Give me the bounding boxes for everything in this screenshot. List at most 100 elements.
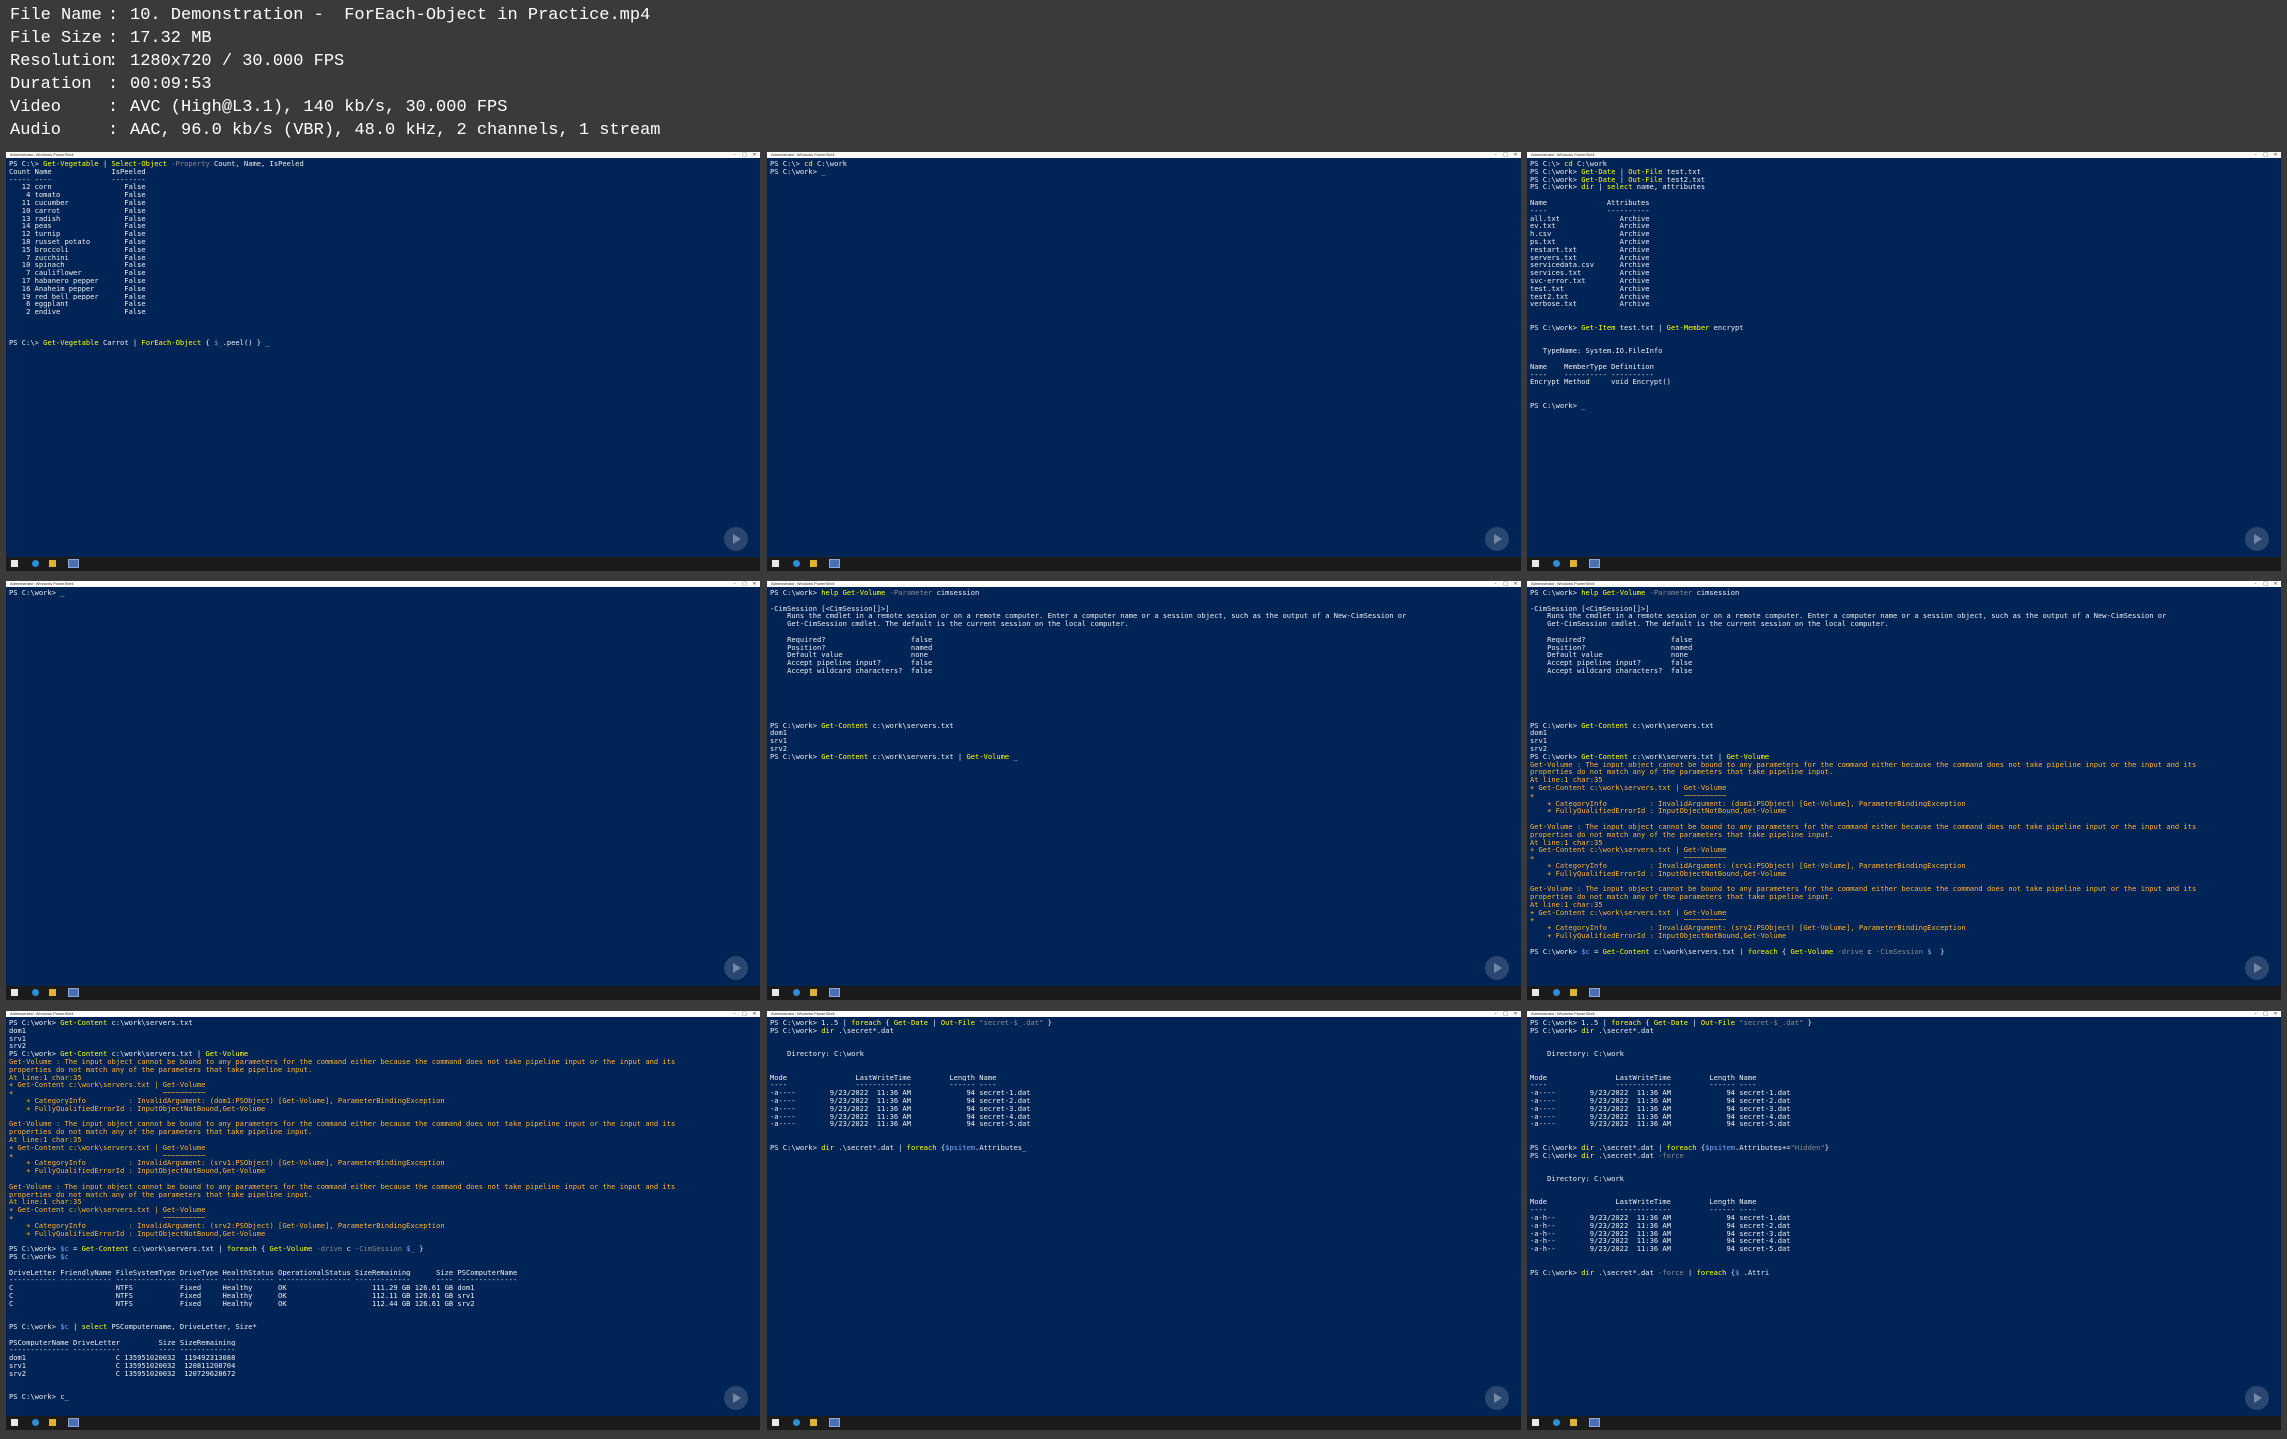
console-line: + Get-Content c:\work\servers.txt | Get-… xyxy=(9,1081,756,1089)
console-text: h.csv Archive xyxy=(1530,230,1650,238)
console-text: ---- ---------- ---------- xyxy=(1530,370,1654,379)
maximize-icon: □ xyxy=(1503,581,1508,587)
powershell-icon xyxy=(1589,559,1600,568)
windows-start-icon xyxy=(772,989,779,996)
console-text: c:\work\servers.txt | xyxy=(1628,752,1727,761)
console-text: -force xyxy=(1658,1268,1684,1277)
console-line: 16 Anaheim pepper False xyxy=(9,285,756,293)
console-text: Get-Volume : The input object cannot be … xyxy=(9,1120,676,1129)
console-line: + FullyQualifiedErrorId : InputObjectNot… xyxy=(1530,807,2277,815)
minimize-icon: – xyxy=(733,1011,736,1017)
console-text: ----------- ------------ -------------- … xyxy=(9,1276,518,1285)
console-line: + CategoryInfo : InvalidArgument: (dom1:… xyxy=(1530,800,2277,808)
console-text: Carrot | xyxy=(98,339,142,348)
console-text: PS C:\> xyxy=(770,160,805,168)
console-line: + FullyQualifiedErrorId : InputObjectNot… xyxy=(1530,932,2277,940)
console-line: Required? false xyxy=(1530,636,2277,644)
console-line: PS C:\> cd C:\work xyxy=(1530,160,2277,168)
console-text: dir xyxy=(821,1026,835,1035)
console-line: PS C:\work> help Get-Volume -Parameter c… xyxy=(1530,589,2277,597)
console-line: PS C:\work> _ xyxy=(1530,402,2277,410)
console-text: Out-File xyxy=(1628,167,1663,176)
file-info-row: Resolution:1280x720 / 30.000 FPS xyxy=(10,50,661,73)
console-line: 10 carrot False xyxy=(9,207,756,215)
console-text: Get-Content xyxy=(821,752,869,761)
console-text: 18 russet potato False xyxy=(9,237,146,246)
console-text: -a---- 9/23/2022 11:36 AM 94 secret-1.da… xyxy=(770,1089,1031,1097)
console-text: 13 radish False xyxy=(9,214,146,223)
console-line: PS C:\work> dir .\secret*.dat -force xyxy=(1530,1152,2277,1160)
maximize-icon: □ xyxy=(2263,1011,2268,1017)
console-line: svc-error.txt Archive xyxy=(1530,277,2277,285)
console-line: PS C:\> Get-Vegetable | Select-Object -P… xyxy=(9,160,756,168)
file-explorer-icon xyxy=(1570,1419,1577,1426)
console-text: help xyxy=(821,589,839,597)
taskbar xyxy=(6,986,760,1000)
console-text: Position? named xyxy=(770,643,933,652)
console-text: Out-File xyxy=(1700,1019,1736,1027)
console-text: + FullyQualifiedErrorId : InputObjectNot… xyxy=(9,1104,266,1113)
console-text: -CimSession [<CimSession[]>] xyxy=(1530,604,1650,613)
edge-browser-icon xyxy=(793,560,800,567)
console-text: PS C:\work> xyxy=(9,1245,61,1253)
console-text: test.txt Archive xyxy=(1530,284,1650,293)
console-text: svc-error.txt Archive xyxy=(1530,276,1650,285)
console-text: + CategoryInfo : InvalidArgument: (dom1:… xyxy=(1530,799,1966,808)
window-title: Administrator: Windows PowerShell xyxy=(771,1011,835,1016)
console-line: Default value none xyxy=(770,651,1517,659)
console-line: -a---- 9/23/2022 11:36 AM 94 secret-3.da… xyxy=(1530,1105,2277,1113)
console-text: -CimSession xyxy=(1875,947,1923,956)
console-text: | xyxy=(928,1019,941,1027)
console-text: + Get-Content c:\work\servers.txt | Get-… xyxy=(9,1206,206,1214)
console-text: PS C:\work> xyxy=(770,752,822,761)
console-text: ---- ---------- xyxy=(1530,206,1650,215)
console-line: properties do not match any of the param… xyxy=(9,1066,756,1074)
console-line: PS C:\work> help Get-Volume -Parameter c… xyxy=(770,589,1517,597)
console-text: Get-Item xyxy=(1581,323,1616,332)
console-text: PS C:\work> xyxy=(9,1323,61,1331)
console-text: Out-File xyxy=(940,1019,976,1027)
minimize-icon: – xyxy=(2254,1011,2257,1017)
taskbar xyxy=(1527,986,2281,1000)
console-text: C NTFS Fixed Healthy OK 112.44 GB 126.61… xyxy=(9,1299,475,1308)
console-line: all.txt Archive xyxy=(1530,215,2277,223)
taskbar xyxy=(767,557,1521,571)
console-line: Position? named xyxy=(1530,644,2277,652)
console-text: Get-Content xyxy=(1602,947,1650,956)
console-line: 14 peas False xyxy=(9,222,756,230)
console-text: + ~~~~~~~~~~ xyxy=(1530,916,1727,925)
file-info-separator: : xyxy=(108,52,119,71)
console-line: properties do not match any of the param… xyxy=(1530,831,2277,839)
maximize-icon: □ xyxy=(1503,152,1508,158)
console-text: -a---- 9/23/2022 11:36 AM 94 secret-5.da… xyxy=(1530,1120,1791,1129)
console-text: dom1 C 135951020032 119492313088 xyxy=(9,1354,236,1363)
console-text: help xyxy=(1581,589,1599,597)
console-text: 7 cauliflower False xyxy=(9,269,146,277)
minimize-icon: – xyxy=(1494,1011,1497,1017)
console-text: PS C:\work> xyxy=(9,1252,61,1261)
console-text: -a---- 9/23/2022 11:36 AM 94 secret-2.da… xyxy=(770,1096,1031,1105)
maximize-icon: □ xyxy=(742,1011,747,1017)
console-text: test2.txt xyxy=(1662,175,1706,184)
console-text: -Property xyxy=(167,160,210,168)
console-text: -a---- 9/23/2022 11:36 AM 94 secret-4.da… xyxy=(770,1112,1031,1121)
console-text: At line:1 char:35 xyxy=(1530,900,1603,909)
console-line: srv1 C 135951020032 120811208704 xyxy=(9,1362,756,1370)
console-text: + ~~~~~~~~~~ xyxy=(9,1089,206,1097)
console-line: PS C:\work> Get-Item test.txt | Get-Memb… xyxy=(1530,324,2277,332)
console-line: + ~~~~~~~~~~ xyxy=(1530,792,2277,800)
console-text: = xyxy=(1589,947,1603,956)
console-text: $psitem xyxy=(1705,1143,1736,1152)
console-line: PS C:\work> $c | select PSComputername, … xyxy=(9,1323,756,1331)
